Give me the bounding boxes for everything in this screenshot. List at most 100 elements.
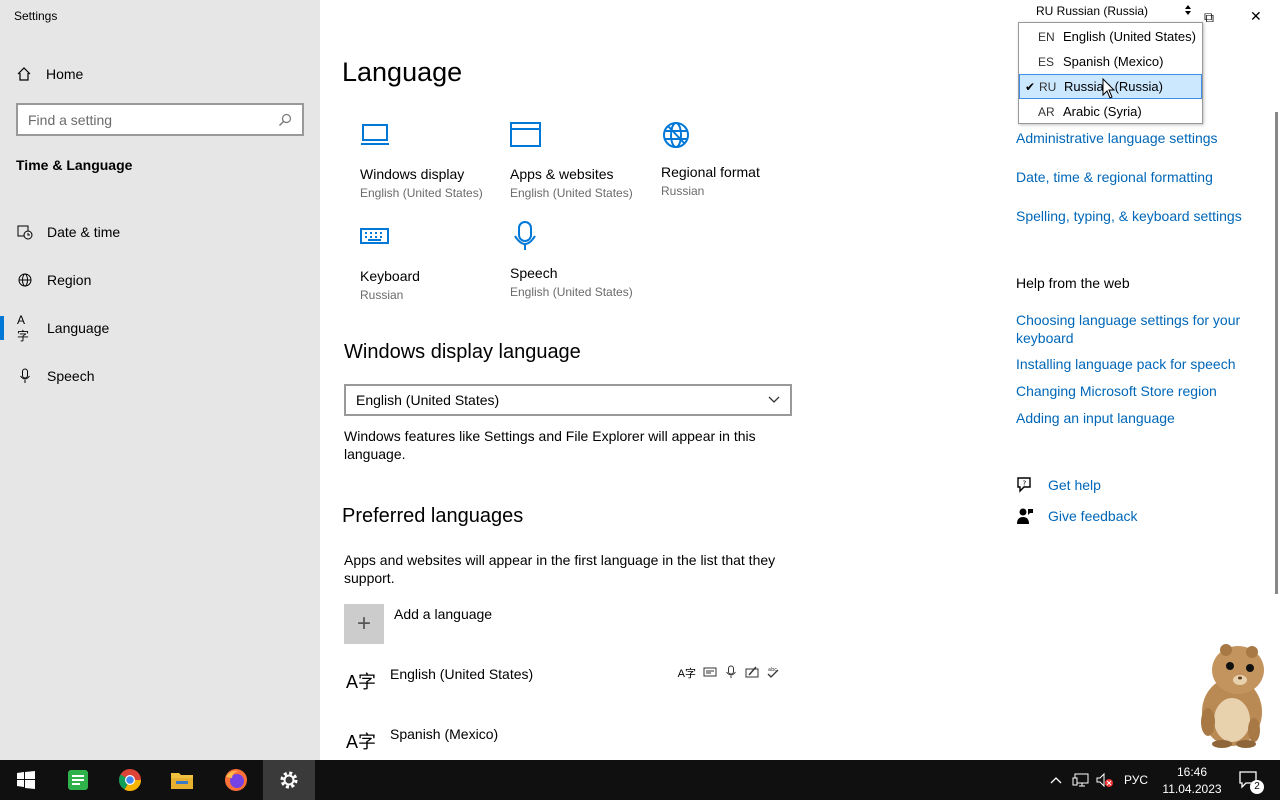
sidebar-item-date-time[interactable]: Date & time <box>0 208 320 256</box>
input-language-indicator[interactable]: RU Russian (Russia) <box>1036 4 1192 18</box>
give-feedback-link[interactable]: Give feedback <box>1016 507 1138 525</box>
language-name: Spanish (Mexico) <box>390 726 499 742</box>
chevron-down-icon <box>768 396 780 403</box>
taskbar-clock[interactable]: 16:46 11.04.2023 <box>1152 764 1232 798</box>
clock-time: 16:46 <box>1176 765 1208 779</box>
sidebar-item-label: Speech <box>47 368 95 384</box>
tile-sub: English (United States) <box>510 285 633 299</box>
language-row-english[interactable]: A字 English (United States) A字 abc <box>344 660 792 700</box>
option-code: ES <box>1038 54 1055 69</box>
date-time-regional-link[interactable]: Date, time & regional formatting <box>1016 169 1213 185</box>
page-title: Language <box>342 57 463 87</box>
sidebar-item-speech[interactable]: Speech <box>0 352 320 400</box>
tile-label: Keyboard <box>360 268 420 284</box>
taskbar-firefox[interactable] <box>210 760 262 800</box>
search-box[interactable] <box>16 103 304 136</box>
start-button[interactable] <box>0 760 52 800</box>
add-language-button[interactable]: + Add a language <box>344 604 492 644</box>
mouse-cursor-icon <box>1102 78 1116 99</box>
spellcheck-cap-icon: abc <box>767 667 779 678</box>
tile-speech[interactable]: Speech English (United States) <box>510 220 650 299</box>
help-link-input-language[interactable]: Adding an input language <box>1016 410 1175 426</box>
taskbar-settings[interactable] <box>263 760 315 800</box>
home-nav-item[interactable]: Home <box>16 62 83 86</box>
tile-sub: Russian <box>661 184 705 198</box>
close-icon: ✕ <box>1250 8 1262 24</box>
display-language-select[interactable]: English (United States) <box>344 384 792 416</box>
search-input[interactable] <box>28 111 278 128</box>
language-glyph-icon: A字 <box>346 732 377 752</box>
tile-sub: Russian <box>360 288 404 302</box>
tile-keyboard[interactable]: Keyboard Russian <box>360 224 500 302</box>
sidebar-item-language[interactable]: A字 Language <box>0 304 320 352</box>
give-feedback-label: Give feedback <box>1048 508 1138 524</box>
admin-language-settings-link[interactable]: Administrative language settings <box>1016 130 1218 146</box>
tile-windows-display[interactable]: Windows display English (United States) <box>360 122 500 200</box>
volume-tray-button[interactable] <box>1096 760 1114 800</box>
spelling-typing-keyboard-link[interactable]: Spelling, typing, & keyboard settings <box>1016 208 1242 224</box>
help-link-keyboard-language[interactable]: Choosing language settings for your keyb… <box>1016 311 1266 347</box>
dropdown-option-es[interactable]: ES Spanish (Mexico) <box>1019 49 1202 74</box>
taskbar-chrome[interactable] <box>104 760 156 800</box>
option-code: AR <box>1038 104 1055 119</box>
feedback-person-icon <box>1017 508 1033 524</box>
search-icon[interactable] <box>278 113 292 127</box>
scrollbar[interactable] <box>1275 112 1278 594</box>
tile-sub: English (United States) <box>360 186 483 200</box>
text-to-speech-cap-icon <box>703 667 717 677</box>
microphone-icon <box>514 221 536 250</box>
svg-text:?: ? <box>1023 480 1027 488</box>
browser-window-icon <box>510 122 541 147</box>
tile-label: Apps & websites <box>510 166 614 182</box>
home-icon <box>17 67 31 81</box>
action-center-button[interactable]: 2 <box>1238 760 1264 800</box>
firefox-icon <box>225 769 247 791</box>
start-icon <box>17 771 35 789</box>
help-link-store-region[interactable]: Changing Microsoft Store region <box>1016 383 1217 399</box>
select-value: English (United States) <box>356 392 500 408</box>
get-help-label: Get help <box>1048 477 1101 493</box>
taskbar-spreadsheet-app[interactable] <box>52 760 104 800</box>
get-help-link[interactable]: ? Get help <box>1016 476 1101 494</box>
network-tray-button[interactable] <box>1072 760 1090 800</box>
clock-date: 11.04.2023 <box>1162 782 1222 796</box>
input-language-dropdown: EN English (United States) ES Spanish (M… <box>1018 22 1203 124</box>
language-row-spanish[interactable]: A字 Spanish (Mexico) <box>344 720 792 760</box>
preferred-languages-heading: Preferred languages <box>342 505 524 527</box>
clock-calendar-icon <box>17 224 33 240</box>
tile-label: Windows display <box>360 166 465 182</box>
spin-arrows-icon <box>1185 5 1192 15</box>
display-language-cap-icon: A字 <box>677 668 696 680</box>
option-code: EN <box>1038 29 1055 44</box>
restore-button[interactable]: ⧉ <box>1204 9 1214 26</box>
dropdown-option-ar[interactable]: AR Arabic (Syria) <box>1019 99 1202 124</box>
taskbar-file-explorer[interactable] <box>156 760 208 800</box>
language-name: English (United States) <box>390 666 534 682</box>
dropdown-option-en[interactable]: EN English (United States) <box>1019 24 1202 49</box>
current-input-language: RU Russian (Russia) <box>1036 4 1149 18</box>
tile-apps-websites[interactable]: Apps & websites English (United States) <box>510 122 650 200</box>
microphone-icon <box>17 368 33 384</box>
chevron-up-icon <box>1050 777 1062 784</box>
volume-muted-icon <box>1096 772 1113 788</box>
handwriting-cap-icon <box>745 666 759 678</box>
speech-cap-icon <box>726 665 736 678</box>
help-link-speech-pack[interactable]: Installing language pack for speech <box>1016 356 1235 372</box>
restore-icon: ⧉ <box>1204 9 1214 25</box>
tile-regional-format[interactable]: Regional format Russian <box>661 120 801 198</box>
network-icon <box>1072 773 1089 787</box>
display-language-desc: Windows features like Settings and File … <box>344 428 756 462</box>
file-explorer-icon <box>171 773 193 789</box>
help-from-web-heading: Help from the web <box>1016 275 1130 291</box>
spreadsheet-app-icon <box>68 770 88 790</box>
sidebar-item-region[interactable]: Region <box>0 256 320 304</box>
close-button[interactable]: ✕ <box>1250 8 1262 25</box>
taskbar: РУС 16:46 11.04.2023 2 <box>0 760 1280 800</box>
globe-icon <box>663 122 689 148</box>
sidebar-item-label: Date & time <box>47 224 121 240</box>
option-code: RU <box>1039 79 1057 94</box>
tile-sub: English (United States) <box>510 186 633 200</box>
section-title: Time & Language <box>16 157 133 173</box>
show-hidden-icons-button[interactable] <box>1050 760 1062 800</box>
input-language-tray[interactable]: РУС <box>1124 760 1148 800</box>
